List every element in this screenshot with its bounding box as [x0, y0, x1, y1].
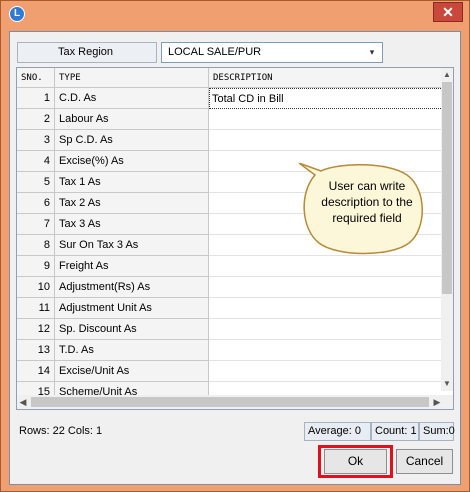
description-grid[interactable]: SNO. TYPE DESCRIPTION 1 C.D. As Total CD i…	[16, 67, 454, 410]
scrollbar-corner	[441, 395, 453, 409]
horizontal-scrollbar[interactable]: ◀ ▶	[17, 395, 443, 409]
help-callout: User can write description to the requir…	[297, 163, 425, 255]
tax-region-row: Tax Region LOCAL SALE/PUR ▾	[17, 42, 383, 63]
type-cell: Tax 1 As	[55, 172, 209, 193]
type-cell: C.D. As	[55, 88, 209, 109]
column-header-sno[interactable]: SNO.	[17, 68, 55, 88]
title-bar[interactable]: L ✕	[1, 1, 469, 27]
row-number-cell: 7	[17, 214, 55, 235]
dialog-body: Tax Region LOCAL SALE/PUR ▾ SNO. TYPE DE…	[9, 31, 461, 485]
type-cell: Tax 3 As	[55, 214, 209, 235]
row-number-cell: 1	[17, 88, 55, 109]
type-cell: Excise(%) As	[55, 151, 209, 172]
type-cell: Freight As	[55, 256, 209, 277]
description-cell[interactable]	[209, 361, 443, 382]
ok-button[interactable]: Ok	[324, 449, 387, 474]
row-number-cell: 4	[17, 151, 55, 172]
row-number-cell: 13	[17, 340, 55, 361]
table-row[interactable]: 1 C.D. As Total CD in Bill	[17, 88, 443, 109]
grid-header: SNO. TYPE DESCRIPTION	[17, 68, 443, 88]
callout-text: User can write description to the requir…	[321, 179, 413, 225]
table-row[interactable]: 13 T.D. As	[17, 340, 443, 361]
description-cell[interactable]	[209, 277, 443, 298]
row-number-cell: 14	[17, 361, 55, 382]
type-cell: Tax 2 As	[55, 193, 209, 214]
type-cell: Adjustment Unit As	[55, 298, 209, 319]
table-row[interactable]: 12 Sp. Discount As	[17, 319, 443, 340]
type-cell: Sp C.D. As	[55, 130, 209, 151]
tax-region-dropdown[interactable]: LOCAL SALE/PUR ▾	[161, 42, 383, 63]
scroll-up-icon[interactable]: ▲	[441, 68, 453, 82]
description-cell[interactable]	[209, 109, 443, 130]
sum-status: Sum:0	[419, 422, 455, 441]
cancel-button[interactable]: Cancel	[396, 449, 453, 474]
description-cell[interactable]	[209, 340, 443, 361]
row-number-cell: 12	[17, 319, 55, 340]
description-cell[interactable]	[209, 130, 443, 151]
row-number-cell: 2	[17, 109, 55, 130]
description-cell[interactable]	[209, 256, 443, 277]
row-number-cell: 11	[17, 298, 55, 319]
table-row[interactable]: 10 Adjustment(Rs) As	[17, 277, 443, 298]
row-number-cell: 9	[17, 256, 55, 277]
scroll-down-icon[interactable]: ▼	[441, 377, 453, 391]
row-number-cell: 3	[17, 130, 55, 151]
vertical-scrollbar[interactable]: ▲ ▼	[441, 68, 453, 391]
horizontal-scroll-thumb[interactable]	[31, 397, 429, 407]
app-logo-icon: L	[9, 6, 25, 22]
type-cell: Excise/Unit As	[55, 361, 209, 382]
description-cell[interactable]: Total CD in Bill	[209, 88, 443, 109]
scroll-left-icon[interactable]: ◀	[17, 395, 29, 409]
column-header-description[interactable]: DESCRIPTION	[209, 68, 443, 88]
row-number-cell: 6	[17, 193, 55, 214]
tax-region-label: Tax Region	[17, 42, 157, 63]
table-row[interactable]: 14 Excise/Unit As	[17, 361, 443, 382]
status-bar: Rows: 22 Cols: 1 Average: 0 Count: 1 Sum…	[16, 422, 455, 441]
count-status: Count: 1	[371, 422, 419, 441]
row-number-cell: 8	[17, 235, 55, 256]
average-status: Average: 0	[304, 422, 371, 441]
chevron-down-icon[interactable]: ▾	[365, 45, 379, 60]
table-row[interactable]: 2 Labour As	[17, 109, 443, 130]
type-cell: Sp. Discount As	[55, 319, 209, 340]
description-cell[interactable]	[209, 298, 443, 319]
vertical-scroll-thumb[interactable]	[442, 82, 452, 294]
row-number-cell: 10	[17, 277, 55, 298]
type-cell: Labour As	[55, 109, 209, 130]
type-cell: Sur On Tax 3 As	[55, 235, 209, 256]
type-cell: Adjustment(Rs) As	[55, 277, 209, 298]
table-row[interactable]: 11 Adjustment Unit As	[17, 298, 443, 319]
column-header-type[interactable]: TYPE	[55, 68, 209, 88]
dialog-window: L ✕ Tax Region LOCAL SALE/PUR ▾ SNO. TYP…	[0, 0, 470, 492]
close-button[interactable]: ✕	[433, 2, 463, 22]
rows-cols-status: Rows: 22 Cols: 1	[19, 425, 103, 437]
type-cell: T.D. As	[55, 340, 209, 361]
row-number-cell: 5	[17, 172, 55, 193]
tax-region-value: LOCAL SALE/PUR	[168, 46, 262, 58]
table-row[interactable]: 9 Freight As	[17, 256, 443, 277]
table-row[interactable]: 3 Sp C.D. As	[17, 130, 443, 151]
description-cell[interactable]	[209, 319, 443, 340]
